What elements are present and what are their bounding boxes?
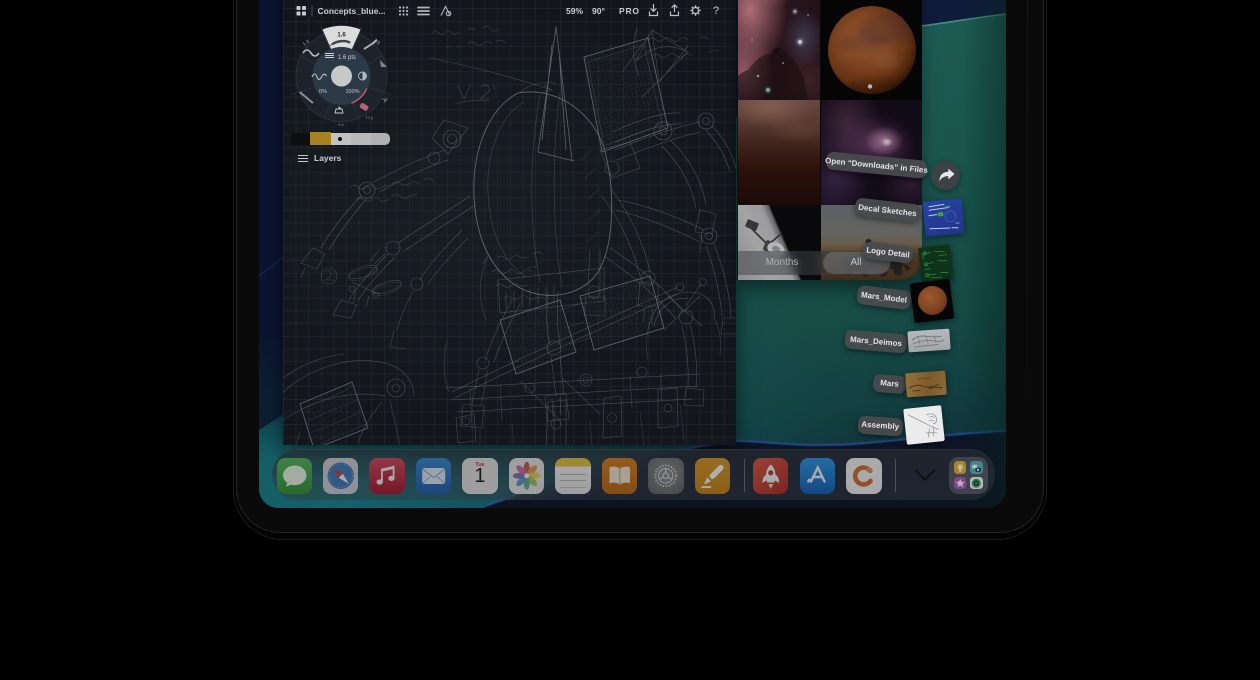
svg-text:1.6 pts: 1.6 pts: [338, 55, 356, 61]
svg-text:14.5: 14.5: [365, 114, 374, 121]
svg-text:0%: 0%: [319, 89, 327, 95]
svg-text:1.6: 1.6: [337, 33, 346, 39]
svg-text:8.8: 8.8: [338, 122, 344, 127]
svg-text:100%: 100%: [345, 89, 359, 95]
